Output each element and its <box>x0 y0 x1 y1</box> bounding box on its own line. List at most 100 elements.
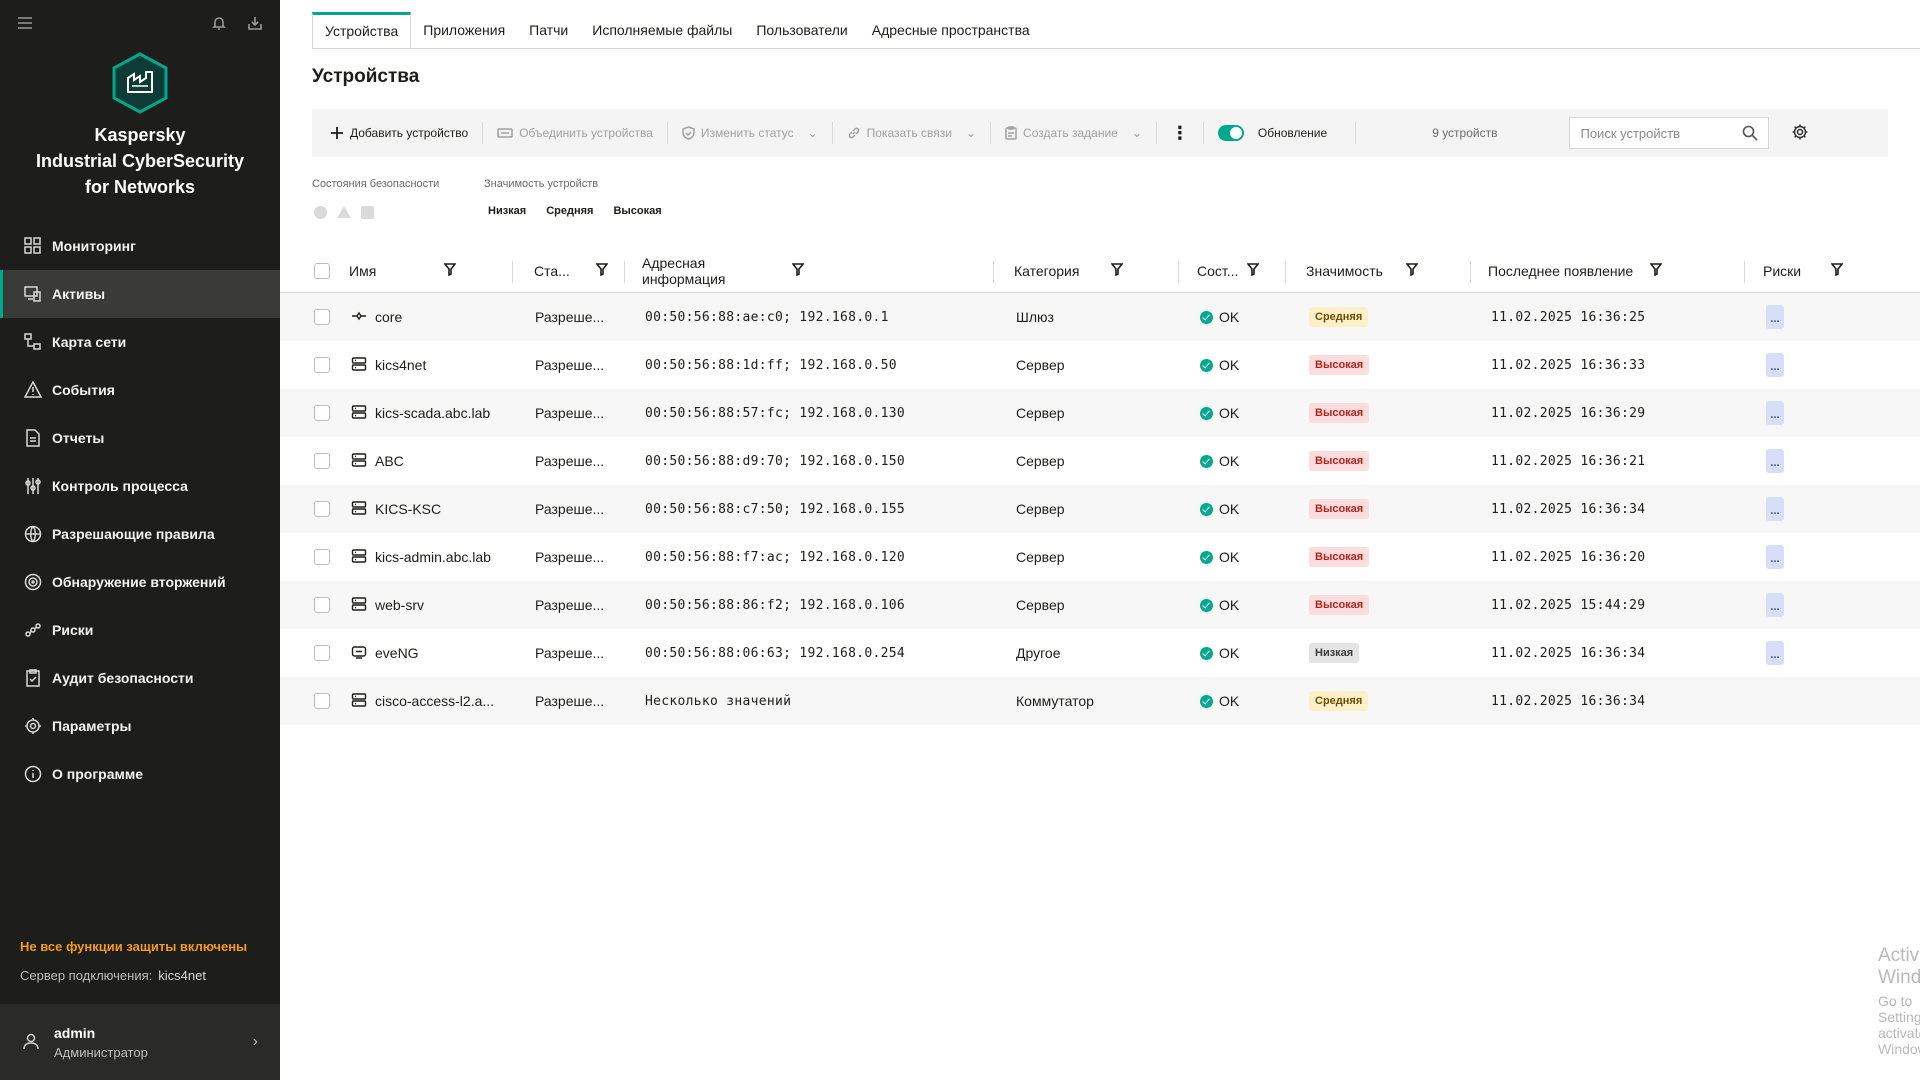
risk-indicator-button[interactable]: ... <box>1766 305 1784 329</box>
device-name-cell[interactable]: eveNG <box>351 629 419 677</box>
row-checkbox[interactable] <box>314 501 330 517</box>
more-actions-icon[interactable]: ⋮ <box>1161 123 1199 144</box>
toggle-switch[interactable] <box>1217 125 1244 141</box>
column-header-category[interactable]: Категория <box>1014 249 1124 293</box>
risk-indicator-button[interactable]: ... <box>1766 401 1784 425</box>
sidebar-item-warning[interactable]: События <box>0 366 280 414</box>
sidebar-item-report[interactable]: Отчеты <box>0 414 280 462</box>
sidebar-item-process-control[interactable]: Контроль процесса <box>0 462 280 510</box>
tab-1[interactable]: Приложения <box>411 12 517 48</box>
importance-filter-option[interactable]: Низкая <box>488 205 526 217</box>
tab-5[interactable]: Адресные пространства <box>860 12 1042 48</box>
device-name-cell[interactable]: kics-scada.abc.lab <box>351 389 490 437</box>
row-select-cell[interactable] <box>314 437 330 485</box>
risks-cell[interactable]: ... <box>1766 341 1784 389</box>
tab-2[interactable]: Патчи <box>517 12 580 48</box>
row-checkbox[interactable] <box>314 549 330 565</box>
row-checkbox[interactable] <box>314 693 330 709</box>
row-select-cell[interactable] <box>314 533 330 581</box>
column-header-state[interactable]: Сост... <box>1197 249 1260 293</box>
filter-icon[interactable] <box>1110 262 1124 279</box>
row-checkbox[interactable] <box>314 597 330 613</box>
importance-filter-option[interactable]: Высокая <box>613 205 661 217</box>
row-select-cell[interactable] <box>314 341 330 389</box>
row-checkbox[interactable] <box>314 645 330 661</box>
search-input[interactable]: Поиск устройств <box>1569 117 1770 149</box>
tab-3[interactable]: Исполняемые файлы <box>580 12 744 48</box>
create-task-button[interactable]: Создать задание ⌄ <box>1005 126 1142 140</box>
device-name-cell[interactable]: KICS-KSC <box>351 485 441 533</box>
filter-icon[interactable] <box>595 262 609 279</box>
row-checkbox[interactable] <box>314 357 330 373</box>
add-device-button[interactable]: Добавить устройство <box>330 126 468 140</box>
table-row[interactable]: core Разреше... 00:50:56:88:ae:c0; 192.168… <box>280 293 1920 341</box>
sidebar-item-gear[interactable]: Параметры <box>0 702 280 750</box>
risk-indicator-button[interactable]: ... <box>1766 593 1784 617</box>
row-select-cell[interactable] <box>314 389 330 437</box>
table-row[interactable]: KICS-KSC Разреше... 00:50:56:88:c7:50; 192… <box>280 485 1920 533</box>
select-all-checkbox[interactable] <box>314 263 330 279</box>
risks-cell[interactable]: ... <box>1766 389 1784 437</box>
filter-icon[interactable] <box>1649 262 1663 279</box>
risks-cell[interactable]: ... <box>1766 533 1784 581</box>
sidebar-item-audit[interactable]: Аудит безопасности <box>0 654 280 702</box>
tab-0[interactable]: Устройства <box>312 12 412 48</box>
table-row[interactable]: ABC Разреше... 00:50:56:88:d9:70; 192.168.… <box>280 437 1920 485</box>
download-icon[interactable] <box>246 14 264 32</box>
show-links-button[interactable]: Показать связи ⌄ <box>847 126 976 140</box>
table-row[interactable]: cisco-access-l2.a... Разреше... Несколько … <box>280 677 1920 725</box>
protection-warning[interactable]: Не все функции защиты включены <box>20 939 247 954</box>
row-select-cell[interactable] <box>314 485 330 533</box>
device-name-cell[interactable]: kics-admin.abc.lab <box>351 533 491 581</box>
risks-cell[interactable]: ... <box>1766 293 1784 341</box>
warning-state-filter-icon[interactable] <box>337 206 351 218</box>
filter-icon[interactable] <box>1405 262 1419 279</box>
risks-cell[interactable]: ... <box>1766 581 1784 629</box>
row-select-cell[interactable] <box>314 293 330 341</box>
importance-filter-option[interactable]: Средняя <box>546 205 593 217</box>
change-status-button[interactable]: Изменить статус ⌄ <box>682 126 818 140</box>
table-row[interactable]: eveNG Разреше... 00:50:56:88:06:63; 192.16… <box>280 629 1920 677</box>
filter-icon[interactable] <box>1246 262 1260 279</box>
device-name-cell[interactable]: core <box>351 293 402 341</box>
risk-indicator-button[interactable]: ... <box>1766 545 1784 569</box>
risks-cell[interactable]: ... <box>1766 485 1784 533</box>
device-name-cell[interactable]: cisco-access-l2.a... <box>351 677 494 725</box>
risk-indicator-button[interactable]: ... <box>1766 353 1784 377</box>
sidebar-item-info[interactable]: О программе <box>0 750 280 798</box>
sidebar-item-network-map[interactable]: Карта сети <box>0 318 280 366</box>
sidebar-item-intrusion[interactable]: Обнаружение вторжений <box>0 558 280 606</box>
sidebar-item-monitoring[interactable]: Мониторинг <box>0 222 280 270</box>
row-select-cell[interactable] <box>314 677 330 725</box>
tab-4[interactable]: Пользователи <box>744 12 859 48</box>
filter-icon[interactable] <box>1830 262 1844 279</box>
risk-indicator-button[interactable]: ... <box>1766 641 1784 665</box>
merge-devices-button[interactable]: Объединить устройства <box>497 126 653 140</box>
row-checkbox[interactable] <box>314 309 330 325</box>
filter-icon[interactable] <box>443 262 457 279</box>
sidebar-item-risks[interactable]: Риски <box>0 606 280 654</box>
risks-cell[interactable]: ... <box>1766 629 1784 677</box>
auto-refresh-toggle[interactable]: Обновление <box>1217 125 1327 141</box>
sidebar-item-assets[interactable]: Активы <box>0 270 280 318</box>
risks-cell[interactable]: ... <box>1766 437 1784 485</box>
menu-icon[interactable] <box>16 14 34 32</box>
row-checkbox[interactable] <box>314 405 330 421</box>
table-row[interactable]: kics-scada.abc.lab Разреше... 00:50:56:88:… <box>280 389 1920 437</box>
row-checkbox[interactable] <box>314 453 330 469</box>
row-select-cell[interactable] <box>314 581 330 629</box>
column-header-status[interactable]: Ста... <box>534 249 609 293</box>
ok-state-filter-icon[interactable] <box>314 206 327 219</box>
device-name-cell[interactable]: web-srv <box>351 581 424 629</box>
device-name-cell[interactable]: ABC <box>351 437 404 485</box>
column-header-importance[interactable]: Значимость <box>1306 249 1419 293</box>
filter-icon[interactable] <box>791 262 805 279</box>
row-select-cell[interactable] <box>314 629 330 677</box>
device-name-cell[interactable]: kics4net <box>351 341 426 389</box>
risk-indicator-button[interactable]: ... <box>1766 497 1784 521</box>
table-row[interactable]: kics4net Разреше... 00:50:56:88:1d:ff; 192… <box>280 341 1920 389</box>
column-header-last-seen[interactable]: Последнее появление <box>1488 249 1663 293</box>
alert-state-filter-icon[interactable] <box>361 206 374 219</box>
risk-indicator-button[interactable]: ... <box>1766 449 1784 473</box>
column-header-address[interactable]: Адресная информация <box>642 249 805 293</box>
